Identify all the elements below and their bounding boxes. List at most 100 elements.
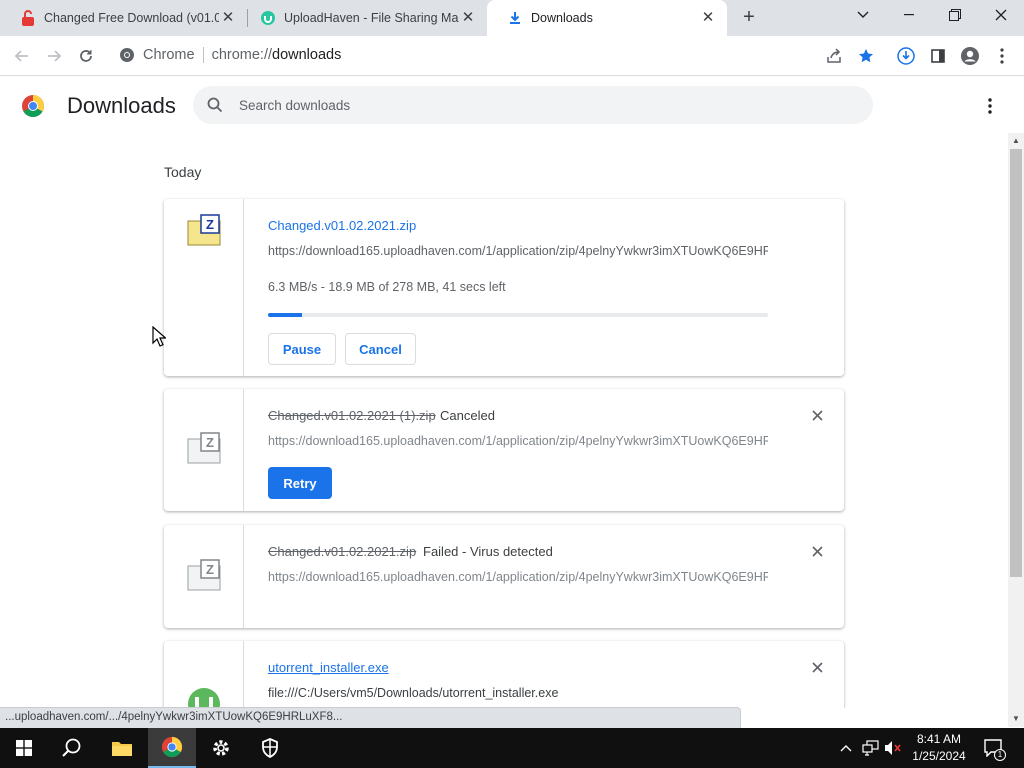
windows-taskbar: 8:41 AM 1/25/2024 1 [0, 728, 1024, 768]
downloads-header: Downloads [0, 77, 1024, 133]
tab-title: UploadHaven - File Sharing Made Simple [284, 11, 459, 25]
site-info[interactable]: Chrome [119, 47, 195, 63]
file-name: Changed.v01.02.2021 (1).zip [268, 408, 436, 423]
settings-gear-icon[interactable] [197, 728, 245, 768]
side-panel-icon[interactable] [924, 42, 952, 70]
download-icon [507, 10, 523, 26]
close-icon[interactable]: ✕ [699, 9, 717, 27]
scroll-down-arrow-icon[interactable]: ▼ [1012, 714, 1020, 723]
progress-fill [268, 313, 302, 317]
forward-button[interactable] [40, 42, 68, 70]
tab-uploadhaven[interactable]: UploadHaven - File Sharing Made Simple ✕ [240, 0, 487, 36]
remove-icon[interactable] [808, 658, 826, 676]
omnibox[interactable]: Chrome chrome://downloads [107, 40, 887, 70]
tab-changed-free-download[interactable]: Changed Free Download (v01.02.2021) ✕ [0, 0, 247, 36]
url-scheme: chrome:// [211, 47, 273, 63]
scrollbar-thumb[interactable] [1010, 149, 1022, 577]
url-path: downloads [272, 47, 342, 63]
url-text: chrome://downloads [212, 47, 342, 63]
source-url: https://download165.uploadhaven.com/1/ap… [268, 434, 768, 448]
retry-button[interactable]: Retry [268, 467, 332, 499]
search-taskbar-icon[interactable] [48, 728, 96, 768]
svg-text:Z: Z [206, 217, 214, 232]
status-bubble: ...uploadhaven.com/.../4pelnyYwkwr3imXTU… [0, 707, 741, 728]
chrome-logo-icon [22, 95, 44, 117]
restore-button[interactable] [932, 0, 978, 30]
mouse-cursor-icon [152, 326, 166, 347]
remove-icon[interactable] [808, 542, 826, 560]
downloads-toolbar-icon[interactable] [892, 42, 920, 70]
security-shield-icon[interactable] [246, 728, 294, 768]
bookmark-star-icon[interactable] [852, 42, 880, 70]
system-clock[interactable]: 8:41 AM 1/25/2024 [903, 731, 975, 765]
file-name-link[interactable]: utorrent_installer.exe [268, 660, 389, 675]
back-button[interactable] [8, 42, 36, 70]
close-icon[interactable]: ✕ [459, 9, 477, 27]
windows-start-icon[interactable] [0, 728, 48, 768]
item-body: Changed.v01.02.2021.zip Failed - Virus d… [268, 525, 844, 628]
new-tab-button[interactable]: + [737, 6, 761, 30]
tab-title: Downloads [531, 11, 593, 25]
utorrent-icon [188, 688, 220, 708]
reload-button[interactable] [72, 42, 100, 70]
progress-bar [268, 313, 768, 317]
tab-strip: Changed Free Download (v01.02.2021) ✕ Up… [0, 0, 1024, 36]
chrome-menu-icon[interactable] [988, 42, 1016, 70]
site-label: Chrome [143, 47, 195, 63]
close-window-button[interactable] [978, 0, 1024, 30]
download-item: utorrent_installer.exe file:///C:/Users/… [164, 641, 844, 708]
scroll-up-arrow-icon[interactable]: ▲ [1012, 136, 1020, 145]
icon-column [164, 641, 244, 708]
icon-column: Z [164, 525, 244, 628]
icon-column: Z [164, 389, 244, 511]
more-actions-icon[interactable] [978, 94, 1002, 118]
svg-text:Z: Z [206, 562, 214, 577]
source-url: https://download165.uploadhaven.com/1/ap… [268, 244, 768, 258]
section-date: Today [164, 164, 202, 180]
svg-text:Z: Z [206, 435, 214, 450]
search-input[interactable] [239, 97, 839, 113]
notification-count: 1 [994, 749, 1006, 761]
chevron-up-icon[interactable] [836, 728, 856, 768]
download-item: Z Changed.v01.02.2021.zip Failed - Virus… [164, 525, 844, 628]
search-box[interactable] [193, 86, 873, 124]
zip-file-icon: Z [187, 214, 221, 246]
chrome-site-icon [120, 48, 134, 62]
file-explorer-icon[interactable] [98, 728, 146, 768]
volume-muted-icon[interactable] [882, 728, 904, 768]
uploadhaven-icon [260, 10, 276, 26]
item-body: Changed.v01.02.2021.zip https://download… [268, 199, 844, 376]
share-icon[interactable] [820, 42, 848, 70]
file-path: file:///C:/Users/vm5/Downloads/utorrent_… [268, 686, 559, 700]
clock-time: 8:41 AM [916, 732, 962, 746]
browser-toolbar: Chrome chrome://downloads [0, 36, 1024, 76]
minimize-button[interactable] [886, 0, 932, 30]
item-body: utorrent_installer.exe file:///C:/Users/… [268, 641, 844, 708]
network-icon[interactable] [860, 728, 882, 768]
downloads-list: Today Z Changed.v01.02.2021.zip https://… [0, 133, 1008, 708]
status-text: Failed - Virus detected [423, 544, 553, 559]
cancel-button[interactable]: Cancel [345, 333, 416, 365]
chrome-taskbar-icon[interactable] [148, 728, 196, 768]
download-item: Z Changed.v01.02.2021.zip https://downlo… [164, 199, 844, 376]
red-lock-icon [20, 10, 36, 26]
progress-text: 6.3 MB/s - 18.9 MB of 278 MB, 41 secs le… [268, 280, 506, 294]
status-text: Canceled [440, 408, 495, 423]
tab-search-chevron-icon[interactable] [840, 0, 886, 30]
tab-title: Changed Free Download (v01.02.2021) [44, 11, 219, 25]
scrollbar[interactable]: ▲ ▼ [1008, 133, 1024, 727]
close-icon[interactable]: ✕ [219, 9, 237, 27]
clock-date: 1/25/2024 [912, 749, 966, 763]
remove-icon[interactable] [808, 406, 826, 424]
tab-downloads[interactable]: Downloads ✕ [487, 0, 727, 36]
source-url: https://download165.uploadhaven.com/1/ap… [268, 570, 768, 584]
notification-center-icon[interactable]: 1 [980, 728, 1008, 768]
pause-button[interactable]: Pause [268, 333, 336, 365]
omnibox-divider [202, 47, 204, 63]
file-name-link[interactable]: Changed.v01.02.2021.zip [268, 218, 416, 233]
zip-file-icon: Z [187, 559, 221, 591]
item-body: Changed.v01.02.2021 (1).zip Canceled htt… [268, 389, 844, 511]
icon-column: Z [164, 199, 244, 376]
profile-avatar[interactable] [956, 42, 984, 70]
page-title: Downloads [67, 93, 176, 118]
